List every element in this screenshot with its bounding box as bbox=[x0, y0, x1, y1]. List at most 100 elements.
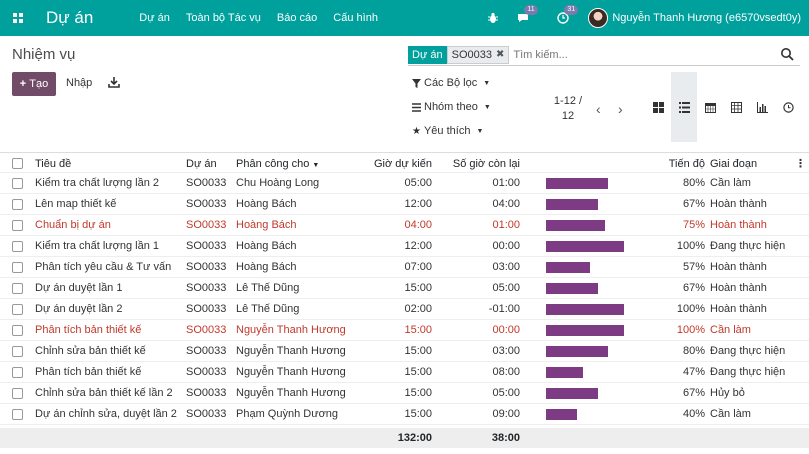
task-title[interactable]: Chỉnh sửa bản thiết kế lần 2 bbox=[35, 383, 185, 404]
task-project: SO0033 bbox=[186, 177, 227, 189]
task-planned-hours: 15:00 bbox=[404, 387, 432, 399]
task-title[interactable]: Kiểm tra chất lượng lần 2 bbox=[35, 173, 185, 194]
row-checkbox[interactable] bbox=[12, 325, 23, 336]
table-header: Tiêu đề Dự án Phân công cho ▼ Giờ dự kiến… bbox=[0, 152, 809, 173]
table-row[interactable]: Phân tích yêu cầu & Tư vấn SO0033 Hoàng Bá… bbox=[0, 257, 809, 278]
task-title[interactable]: Phân tích bản thiết kế bbox=[35, 362, 185, 383]
task-remaining-hours: 01:00 bbox=[492, 219, 520, 231]
messages-icon[interactable]: 11 bbox=[516, 5, 538, 25]
row-checkbox[interactable] bbox=[12, 367, 23, 378]
table-row[interactable]: Phân tích bản thiết kế SO0033 Nguyễn Thanh… bbox=[0, 320, 809, 341]
task-progress-label: 47% bbox=[682, 366, 705, 378]
app-title[interactable]: Dự án bbox=[46, 8, 93, 28]
table-row[interactable]: Phân tích bản thiết kế SO0033 Nguyễn Thanh… bbox=[0, 362, 809, 383]
header-assigned[interactable]: Phân công cho ▼ bbox=[236, 153, 366, 175]
bug-icon[interactable] bbox=[486, 11, 500, 25]
calendar-view-icon[interactable] bbox=[697, 72, 723, 142]
task-title[interactable]: Dự án chỉnh sửa, duyệt lần 2 bbox=[35, 404, 185, 425]
list-view-icon[interactable] bbox=[671, 72, 697, 142]
row-checkbox[interactable] bbox=[12, 346, 23, 357]
select-all-checkbox[interactable] bbox=[12, 158, 23, 169]
progress-fill bbox=[546, 388, 598, 399]
task-planned-hours: 15:00 bbox=[404, 366, 432, 378]
pager[interactable]: 1-12 / 12 bbox=[553, 94, 583, 124]
activity-view-icon[interactable] bbox=[775, 72, 801, 142]
header-title[interactable]: Tiêu đề bbox=[35, 153, 185, 175]
table-row[interactable]: Dự án chỉnh sửa, duyệt lần 2 SO0033 Phạm Q… bbox=[0, 404, 809, 425]
header-progress[interactable]: Tiến độ bbox=[630, 153, 705, 175]
filters-dropdown[interactable]: Các Bộ lọc ▼ bbox=[412, 77, 490, 89]
task-project: SO0033 bbox=[186, 387, 227, 399]
task-progress-label: 67% bbox=[682, 387, 705, 399]
row-checkbox[interactable] bbox=[12, 262, 23, 273]
task-stage: Hoàn thành bbox=[710, 261, 767, 273]
header-planned[interactable]: Giờ dự kiến bbox=[368, 153, 432, 175]
task-title[interactable]: Dự án duyệt lần 1 bbox=[35, 278, 185, 299]
table-row[interactable]: Chỉnh sửa bản thiết kế lần 2 SO0033 Nguyễn… bbox=[0, 383, 809, 404]
table-row[interactable]: Chỉnh sửa bản thiết kế SO0033 Nguyễn Thanh… bbox=[0, 341, 809, 362]
header-project[interactable]: Dự án bbox=[186, 153, 236, 175]
table-row[interactable]: Lên map thiết kế SO0033 Hoàng Bách 12:00 04:… bbox=[0, 194, 809, 215]
progress-fill bbox=[546, 262, 590, 273]
table-row[interactable]: Kiểm tra chất lượng lần 2 SO0033 Chu Hoàng… bbox=[0, 173, 809, 194]
task-remaining-hours: 03:00 bbox=[492, 345, 520, 357]
table-row[interactable]: Chuẩn bị dự án SO0033 Hoàng Bách 04:00 01:00… bbox=[0, 215, 809, 236]
row-checkbox[interactable] bbox=[12, 283, 23, 294]
menu-item-projects[interactable]: Dự án bbox=[131, 0, 178, 36]
create-button[interactable]: + Tạo bbox=[12, 72, 56, 96]
row-checkbox[interactable] bbox=[12, 409, 23, 420]
table-row[interactable]: Kiểm tra chất lượng lần 1 SO0033 Hoàng Bác… bbox=[0, 236, 809, 257]
progress-fill bbox=[546, 283, 598, 294]
pivot-view-icon[interactable] bbox=[723, 72, 749, 142]
row-checkbox[interactable] bbox=[12, 304, 23, 315]
search-input[interactable] bbox=[513, 48, 754, 61]
menu-item-all-tasks[interactable]: Toàn bộ Tác vụ bbox=[178, 0, 269, 36]
task-title[interactable]: Chuẩn bị dự án bbox=[35, 215, 185, 236]
task-title[interactable]: Chỉnh sửa bản thiết kế bbox=[35, 341, 185, 362]
groupby-dropdown[interactable]: Nhóm theo ▼ bbox=[412, 101, 491, 113]
task-title[interactable]: Dự án duyệt lần 2 bbox=[35, 299, 185, 320]
menu-item-configuration[interactable]: Cấu hình bbox=[325, 0, 386, 36]
task-stage: Hoàn thành bbox=[710, 219, 767, 231]
table-row[interactable]: Dự án duyệt lần 2 SO0033 Lê Thế Dũng 02:00 -… bbox=[0, 299, 809, 320]
task-stage: Cần làm bbox=[710, 408, 751, 420]
task-project: SO0033 bbox=[186, 240, 227, 252]
row-checkbox[interactable] bbox=[12, 178, 23, 189]
table-body: Kiểm tra chất lượng lần 2 SO0033 Chu Hoàng… bbox=[0, 173, 809, 425]
download-icon[interactable] bbox=[108, 76, 120, 88]
row-checkbox[interactable] bbox=[12, 388, 23, 399]
search-icon[interactable] bbox=[780, 47, 794, 61]
optional-columns-icon[interactable]: ⋮ bbox=[795, 157, 806, 170]
header-remaining[interactable]: Số giờ còn lại bbox=[446, 153, 520, 175]
table-row[interactable]: Dự án duyệt lần 1 SO0033 Lê Thế Dũng 15:00 0… bbox=[0, 278, 809, 299]
task-planned-hours: 05:00 bbox=[404, 177, 432, 189]
header-stage[interactable]: Giai đoạn bbox=[710, 153, 800, 175]
bars-icon bbox=[412, 102, 421, 112]
row-checkbox[interactable] bbox=[12, 199, 23, 210]
pager-next-icon[interactable]: › bbox=[618, 101, 623, 117]
favorites-dropdown[interactable]: ★ Yêu thích ▼ bbox=[412, 125, 483, 137]
pager-previous-icon[interactable]: ‹ bbox=[596, 101, 601, 117]
import-button[interactable]: Nhập bbox=[66, 77, 92, 89]
menu-item-reports[interactable]: Báo cáo bbox=[269, 0, 325, 36]
task-planned-hours: 12:00 bbox=[404, 198, 432, 210]
task-assigned: Hoàng Bách bbox=[236, 198, 297, 210]
user-name[interactable]: Nguyễn Thanh Hương (e6570vsedt0y) bbox=[612, 12, 801, 24]
pager-value[interactable]: 1-12 / bbox=[553, 94, 583, 109]
task-title[interactable]: Kiểm tra chất lượng lần 1 bbox=[35, 236, 185, 257]
activities-clock-icon[interactable]: 31 bbox=[556, 5, 579, 25]
kanban-view-icon[interactable] bbox=[645, 72, 671, 142]
task-remaining-hours: 08:00 bbox=[492, 366, 520, 378]
task-title[interactable]: Phân tích yêu cầu & Tư vấn bbox=[35, 257, 185, 278]
user-avatar[interactable] bbox=[588, 8, 609, 28]
graph-view-icon[interactable] bbox=[749, 72, 775, 142]
facet-remove-icon[interactable]: ✖ bbox=[496, 46, 504, 64]
apps-menu-icon[interactable] bbox=[0, 0, 36, 36]
task-title[interactable]: Phân tích bản thiết kế bbox=[35, 320, 185, 341]
row-checkbox[interactable] bbox=[12, 220, 23, 231]
task-stage: Hoàn thành bbox=[710, 282, 767, 294]
row-checkbox[interactable] bbox=[12, 241, 23, 252]
task-assigned: Chu Hoàng Long bbox=[236, 177, 320, 189]
task-title[interactable]: Lên map thiết kế bbox=[35, 194, 185, 215]
progress-fill bbox=[546, 367, 583, 378]
